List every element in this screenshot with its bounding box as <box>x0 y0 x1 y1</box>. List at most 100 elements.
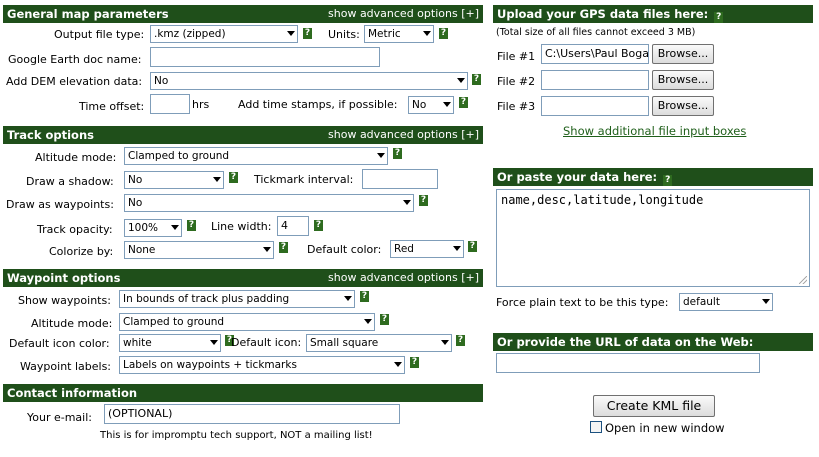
help-icon[interactable]: ? <box>456 335 465 346</box>
timestamps-value: No <box>412 99 427 111</box>
default-icon-value: Small square <box>310 337 379 349</box>
show-waypoints-select[interactable]: In bounds of track plus padding <box>119 290 355 308</box>
output-file-type-select[interactable]: .kmz (zipped) <box>150 25 298 43</box>
file-1-input[interactable]: C:\Users\Paul Bogard <box>541 44 649 64</box>
time-offset-input[interactable] <box>150 94 190 114</box>
resize-grip-icon[interactable] <box>799 276 807 284</box>
chevron-down-icon <box>441 340 449 345</box>
units-select[interactable]: Metric <box>364 25 434 43</box>
help-icon[interactable]: ? <box>303 28 312 39</box>
general-advanced-toggle[interactable]: show advanced options [+] <box>328 7 479 20</box>
colorize-select[interactable]: None <box>124 241 274 259</box>
default-icon-select[interactable]: Small square <box>306 334 452 352</box>
general-title: General map parameters <box>7 7 169 21</box>
timestamps-label: Add time stamps, if possible: <box>238 98 398 111</box>
waypoint-advanced-toggle[interactable]: show advanced options [+] <box>328 271 479 284</box>
line-width-input[interactable]: 4 <box>277 216 309 236</box>
chevron-down-icon <box>394 362 402 367</box>
waypoint-altitude-label: Altitude mode: <box>31 317 113 330</box>
chevron-down-icon <box>263 247 271 252</box>
paste-data-textarea[interactable]: name,desc,latitude,longitude <box>496 189 810 287</box>
chevron-down-icon <box>423 31 431 36</box>
browse-button-3[interactable]: Browse... <box>652 96 714 116</box>
chevron-down-icon <box>457 78 465 83</box>
file-2-input[interactable] <box>541 70 649 90</box>
chevron-down-icon <box>344 296 352 301</box>
email-note: This is for impromptu tech support, NOT … <box>100 430 373 441</box>
track-title: Track options <box>7 128 94 142</box>
default-color-label: Default color: <box>307 243 382 256</box>
waypoint-labels-select[interactable]: Labels on waypoints + tickmarks <box>119 356 405 374</box>
email-input[interactable]: (OPTIONAL) <box>104 404 400 424</box>
contact-header: Contact information <box>3 384 483 402</box>
force-type-select[interactable]: default <box>679 293 773 311</box>
help-icon[interactable]: ? <box>410 357 419 368</box>
shadow-select[interactable]: No <box>124 171 224 189</box>
file-2-label: File #2 <box>497 75 536 88</box>
chevron-down-icon <box>364 319 372 324</box>
dem-value: No <box>154 75 169 87</box>
file-3-label: File #3 <box>497 100 536 113</box>
file-3-input[interactable] <box>541 96 649 116</box>
url-input[interactable] <box>496 353 760 373</box>
help-icon[interactable]: ? <box>439 28 448 39</box>
new-window-checkbox[interactable] <box>590 421 602 433</box>
dem-select[interactable]: No <box>150 72 468 90</box>
url-title: Or provide the URL of data on the Web: <box>497 335 754 349</box>
force-type-label: Force plain text to be this type: <box>496 296 669 309</box>
track-advanced-toggle[interactable]: show advanced options [+] <box>328 128 479 141</box>
icon-color-select[interactable]: white <box>119 334 221 352</box>
draw-waypoints-label: Draw as waypoints: <box>6 198 114 211</box>
ge-doc-name-input[interactable] <box>150 47 380 67</box>
upload-subtitle: (Total size of all files cannot exceed 3… <box>496 27 696 38</box>
create-kml-button[interactable]: Create KML file <box>593 395 715 417</box>
help-icon[interactable]: ? <box>279 242 288 253</box>
chevron-down-icon <box>171 225 179 230</box>
icon-color-value: white <box>123 337 152 349</box>
help-icon[interactable]: ? <box>229 172 238 183</box>
opacity-select[interactable]: 100% <box>124 219 182 237</box>
help-icon[interactable]: ? <box>663 175 673 186</box>
paste-data-text: name,desc,latitude,longitude <box>501 193 704 207</box>
help-icon[interactable]: ? <box>714 12 724 23</box>
paste-header: Or paste your data here: ? <box>493 168 813 186</box>
hrs-label: hrs <box>192 98 210 111</box>
browse-button-2[interactable]: Browse... <box>652 70 714 90</box>
track-altitude-select[interactable]: Clamped to ground <box>124 147 388 165</box>
waypoint-header: Waypoint options show advanced options [… <box>3 269 483 287</box>
browse-button-1[interactable]: Browse... <box>652 44 714 64</box>
help-icon[interactable]: ? <box>468 241 477 252</box>
waypoint-altitude-value: Clamped to ground <box>123 316 225 328</box>
tickmark-input[interactable] <box>362 169 438 189</box>
chevron-down-icon <box>453 246 461 251</box>
help-icon[interactable]: ? <box>393 148 402 159</box>
default-color-select[interactable]: Red <box>390 240 464 258</box>
show-waypoints-label: Show waypoints: <box>18 294 111 307</box>
icon-color-label: Default icon color: <box>9 337 110 350</box>
shadow-value: No <box>128 174 143 186</box>
chevron-down-icon <box>443 102 451 107</box>
help-icon[interactable]: ? <box>314 220 323 231</box>
line-width-label: Line width: <box>211 220 272 233</box>
general-header: General map parameters show advanced opt… <box>3 5 483 23</box>
waypoint-altitude-select[interactable]: Clamped to ground <box>119 313 375 331</box>
chevron-down-icon <box>287 31 295 36</box>
help-icon[interactable]: ? <box>380 314 389 325</box>
help-icon[interactable]: ? <box>419 195 428 206</box>
contact-title: Contact information <box>7 386 138 400</box>
help-icon[interactable]: ? <box>187 220 196 231</box>
help-icon[interactable]: ? <box>459 97 468 108</box>
draw-waypoints-value: No <box>128 197 143 209</box>
show-more-files-link[interactable]: Show additional file input boxes <box>563 124 746 138</box>
chevron-down-icon <box>762 299 770 304</box>
help-icon[interactable]: ? <box>472 74 481 85</box>
waypoint-labels-label: Waypoint labels: <box>20 360 112 373</box>
default-icon-label: Default icon: <box>231 336 302 349</box>
draw-waypoints-select[interactable]: No <box>124 194 414 212</box>
timestamps-select[interactable]: No <box>408 96 454 114</box>
help-icon[interactable]: ? <box>360 291 369 302</box>
chevron-down-icon <box>377 153 385 158</box>
opacity-label: Track opacity: <box>37 223 113 236</box>
time-offset-label: Time offset: <box>79 100 145 113</box>
ge-doc-name-label: Google Earth doc name: <box>8 53 142 66</box>
